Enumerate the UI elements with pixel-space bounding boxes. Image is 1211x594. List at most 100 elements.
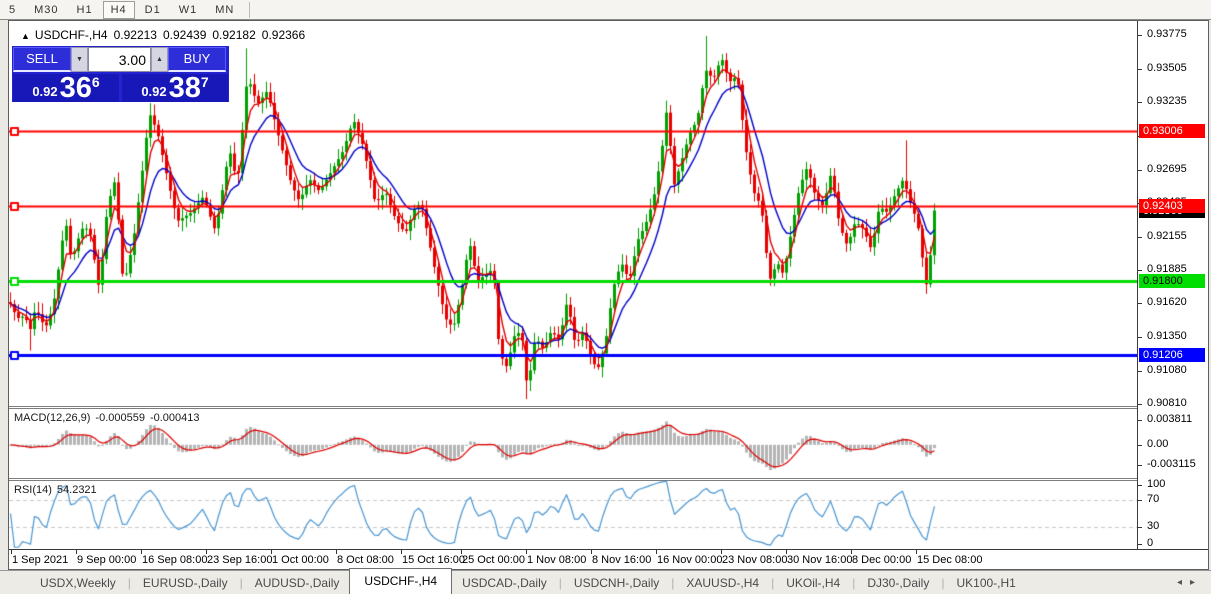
tab-separator: | (941, 575, 945, 590)
tab-scroll-right-icon[interactable]: ▸ (1190, 577, 1203, 588)
volume-decrease-button[interactable]: ▼ (71, 47, 88, 72)
axis-tick-mark (1138, 102, 1142, 104)
price-axis: 0.937750.935050.932350.929650.926950.924… (1137, 21, 1208, 549)
time-tick-label: 15 Dec 08:00 (917, 554, 983, 566)
sell-price-sup: 6 (91, 74, 100, 90)
time-axis: 1 Sep 2021 9 Sep 00:00 16 Sep 08:00 23 Sep … (9, 549, 1208, 569)
ohlc-open: 0.92213 (113, 28, 157, 42)
axis-tick-mark (1138, 336, 1142, 338)
hline-price-label: 0.91800 (1139, 273, 1205, 288)
hline-price-label: 0.92403 (1139, 198, 1205, 213)
chart-tab-usdchf-h4[interactable]: USDCHF-,H4 (349, 567, 453, 594)
axis-tick-label: 0.003811 (1147, 413, 1193, 426)
tab-separator: | (852, 575, 856, 590)
hline-price-label: 0.91206 (1139, 347, 1205, 362)
time-tick-label: 8 Oct 08:00 (337, 554, 394, 566)
axis-tick-label: 0.91350 (1147, 329, 1187, 342)
time-tick-label: 30 Nov 16:00 (787, 554, 853, 566)
chart-tab-ukoil-h4[interactable]: UKOil-,H4 (776, 573, 850, 593)
chart-tab-usdcad-daily[interactable]: USDCAD-,Daily (452, 573, 557, 593)
macd-value-signal: -0.000413 (149, 412, 200, 424)
time-tick-label: 8 Nov 16:00 (592, 554, 652, 566)
axis-tick-label: 0 (1147, 537, 1154, 549)
chart-tab-bar: ◂▸ USDX,Weekly | EURUSD-,Daily | AUDUSD-,Dai… (0, 567, 1211, 594)
chart-tab-xauusd-h4[interactable]: XAUUSD-,H4 (676, 573, 769, 593)
axis-tick-mark (1138, 500, 1142, 501)
axis-tick-mark (1138, 485, 1142, 486)
one-click-trading-panel: SELL ▼ ▲ BUY 0.92 36 6 0.92 38 7 (12, 46, 229, 104)
ohlc-low: 0.92182 (212, 28, 256, 42)
chart-header: ▲ USDCHF-,H4 0.92213 0.92439 0.92182 0.92366 (21, 28, 311, 42)
chart-tab-eurusd-daily[interactable]: EURUSD-,Daily (133, 573, 238, 593)
toolbar-separator (249, 1, 251, 18)
chart-symbol: USDCHF-,H4 (34, 28, 108, 42)
axis-tick-label: -0.003115 (1147, 457, 1196, 470)
time-tick-label: 15 Oct 16:00 (402, 554, 465, 566)
buy-button[interactable]: BUY (168, 47, 226, 72)
tab-separator: | (127, 575, 131, 590)
tab-separator: | (558, 575, 562, 590)
axis-tick-label: 0.93775 (1147, 28, 1187, 41)
time-tick-label: 23 Nov 08:00 (722, 554, 788, 566)
time-tick-label: 9 Sep 00:00 (77, 554, 137, 566)
axis-tick-mark (1138, 464, 1142, 466)
axis-tick-label: 0.91080 (1147, 363, 1187, 376)
time-tick-label: 23 Sep 16:00 (207, 554, 273, 566)
buy-price-main: 38 (168, 72, 201, 104)
axis-tick-mark (1138, 35, 1142, 37)
axis-tick-mark (1138, 236, 1142, 238)
axis-tick-mark (1138, 544, 1142, 545)
axis-tick-label: 70 (1147, 493, 1160, 505)
time-tick-label: 1 Sep 2021 (12, 554, 69, 566)
buy-price-sup: 7 (200, 74, 209, 90)
time-tick-label: 16 Nov 00:00 (657, 554, 723, 566)
sell-button[interactable]: SELL (13, 47, 71, 72)
axis-tick-mark (1138, 169, 1142, 171)
chart-tab-audusd-daily[interactable]: AUDUSD-,Daily (245, 573, 350, 593)
rsi-value: 54.2321 (56, 484, 97, 496)
time-tick-label: 1 Oct 00:00 (272, 554, 329, 566)
volume-increase-button[interactable]: ▲ (151, 47, 168, 72)
volume-input[interactable] (88, 47, 151, 72)
timeframe-button-h4[interactable]: H4 (102, 0, 135, 19)
rsi-indicator-chart (9, 481, 1137, 549)
chart-tab-usdcnh-daily[interactable]: USDCNH-,Daily (564, 573, 669, 593)
tab-scroll-left-icon[interactable]: ◂ (1177, 577, 1190, 588)
macd-label: MACD(12,26,9) -0.000559 -0.000413 (14, 412, 205, 424)
axis-tick-label: 0.90810 (1147, 397, 1187, 410)
chart-tab-usdx-weekly[interactable]: USDX,Weekly (30, 573, 126, 593)
axis-tick-mark (1138, 527, 1142, 528)
axis-tick-label: 30 (1147, 520, 1160, 532)
axis-tick-mark (1138, 444, 1142, 446)
tab-separator: | (771, 575, 775, 590)
sell-price-prefix: 0.92 (32, 84, 58, 99)
axis-tick-mark (1138, 404, 1142, 406)
timeframe-toolbar: 5 M30 H1 H4 D1 W1 MN (0, 0, 1211, 20)
timeframe-button-5[interactable]: 5 (1, 2, 24, 18)
tab-separator: | (239, 575, 243, 590)
expand-triangle-icon[interactable]: ▲ (21, 31, 30, 41)
rsi-name: RSI(14) (14, 484, 52, 496)
time-tick-label: 8 Dec 00:00 (852, 554, 912, 566)
sell-price-display[interactable]: 0.92 36 6 (13, 72, 119, 104)
time-tick-label: 16 Sep 08:00 (142, 554, 208, 566)
timeframe-button-m30[interactable]: M30 (26, 2, 66, 18)
tab-scroll-arrows[interactable]: ◂▸ (1177, 577, 1203, 588)
macd-value-main: -0.000559 (95, 412, 145, 424)
axis-tick-mark (1138, 303, 1142, 305)
axis-tick-label: 0.92695 (1147, 162, 1187, 175)
axis-tick-mark (1138, 270, 1142, 272)
chart-tab-uk100-h1[interactable]: UK100-,H1 (946, 573, 1025, 593)
chart-window: ▲ USDCHF-,H4 0.92213 0.92439 0.92182 0.92366 … (8, 20, 1209, 570)
buy-price-display[interactable]: 0.92 38 7 (122, 72, 228, 104)
chart-tab-dj30-daily[interactable]: DJ30-,Daily (857, 573, 939, 593)
timeframe-button-mn[interactable]: MN (207, 2, 242, 18)
rsi-label: RSI(14) 54.2321 (14, 484, 102, 496)
timeframe-button-h1[interactable]: H1 (69, 2, 101, 18)
macd-name: MACD(12,26,9) (14, 412, 91, 424)
sell-price-main: 36 (59, 72, 92, 104)
timeframe-button-d1[interactable]: D1 (137, 2, 169, 18)
axis-tick-label: 0.00 (1147, 437, 1169, 450)
axis-tick-label: 100 (1147, 478, 1166, 490)
timeframe-button-w1[interactable]: W1 (171, 2, 206, 18)
